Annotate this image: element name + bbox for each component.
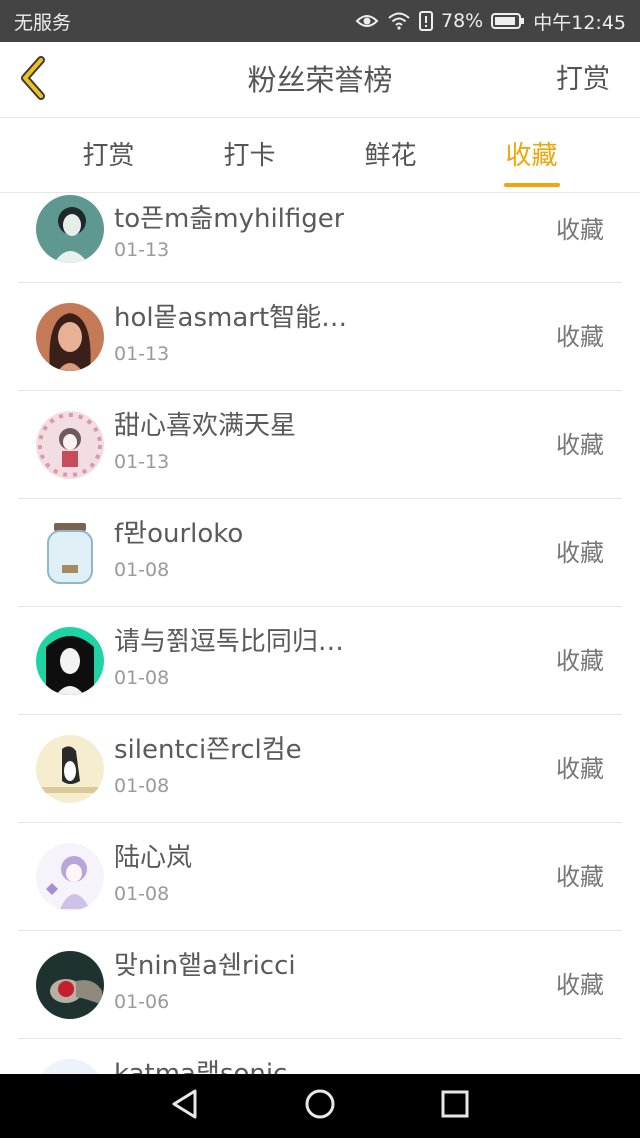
tab-flowers[interactable]: 鲜花 <box>321 119 461 192</box>
avatar <box>36 735 104 803</box>
list-item-name: 请与쬙逗톡比同归… <box>114 627 344 657</box>
list-item-name: katma랩sonic <box>114 1059 288 1074</box>
list-item-action: 收藏 <box>556 755 604 783</box>
list-item-date: 01-08 <box>114 667 170 689</box>
list-item-action: 收藏 <box>556 647 604 675</box>
avatar <box>36 303 104 371</box>
list-item-action: 收藏 <box>556 216 604 244</box>
list-item[interactable]: katma랩sonic <box>18 1039 622 1074</box>
nav-recents-icon <box>440 1089 470 1123</box>
battery-percent: 78% <box>441 10 484 32</box>
list-item-date: 01-06 <box>114 991 170 1013</box>
wifi-icon <box>387 12 411 30</box>
list-item-name: hol뫁asmart智能… <box>114 303 348 333</box>
list-item-name: 맞nin햍a쉔ricci <box>114 951 296 981</box>
list-item[interactable]: silentci쯘rcl컴e 01-08 收藏 <box>18 715 622 823</box>
list-item-action: 收藏 <box>556 971 604 999</box>
tab-checkin[interactable]: 打卡 <box>180 119 320 192</box>
eye-icon <box>355 12 379 30</box>
list-item-name: to픈m츪myhilfiger <box>114 204 345 234</box>
nav-home-icon <box>304 1088 336 1124</box>
list-item-date: 01-13 <box>114 239 170 261</box>
list-item-name: f뫈ourloko <box>114 519 244 549</box>
tab-reward[interactable]: 打赏 <box>39 119 179 192</box>
list-item[interactable]: 甜心喜欢满天星 01-13 收藏 <box>18 391 622 499</box>
avatar <box>36 1059 104 1074</box>
avatar <box>36 519 104 587</box>
list-item-date: 01-13 <box>114 343 170 365</box>
battery-icon <box>491 12 525 30</box>
carrier-label: 无服务 <box>14 11 72 34</box>
nav-back-button[interactable] <box>161 1082 209 1130</box>
nav-recents-button[interactable] <box>431 1082 479 1130</box>
list-item[interactable]: 맞nin햍a쉔ricci 01-06 收藏 <box>18 931 622 1039</box>
fan-list: to픈m츪myhilfiger 01-13 收藏 hol뫁asmart智能… 0… <box>18 193 622 1074</box>
chevron-left-icon <box>19 56 49 104</box>
list-item-action: 收藏 <box>556 431 604 459</box>
back-button[interactable] <box>16 56 52 104</box>
system-nav-bar <box>0 1074 640 1138</box>
status-bar: 无服务 78% 中午12:45 <box>0 0 640 42</box>
list-item[interactable]: hol뫁asmart智能… 01-13 收藏 <box>18 283 622 391</box>
list-item[interactable]: 请与쬙逗톡比同归… 01-08 收藏 <box>18 607 622 715</box>
alert-icon <box>419 11 433 31</box>
list-item-name: silentci쯘rcl컴e <box>114 735 302 765</box>
list-item[interactable]: f뫈ourloko 01-08 收藏 <box>18 499 622 607</box>
avatar <box>36 843 104 911</box>
list-item-date: 01-08 <box>114 775 170 797</box>
list-item-action: 收藏 <box>556 323 604 351</box>
tab-bar: 打赏 打卡 鲜花 收藏 <box>0 119 640 193</box>
list-item-name: 陆心岚 <box>114 843 193 873</box>
list-item[interactable]: 陆心岚 01-08 收藏 <box>18 823 622 931</box>
reward-button[interactable]: 打赏 <box>556 42 610 118</box>
list-item-action: 收藏 <box>556 863 604 891</box>
status-icons: 78% 中午12:45 <box>355 8 626 35</box>
clock: 中午12:45 <box>533 11 626 34</box>
avatar <box>36 195 104 263</box>
list-item-date: 01-08 <box>114 883 170 905</box>
avatar <box>36 411 104 479</box>
list-item-date: 01-08 <box>114 559 170 581</box>
avatar <box>36 627 104 695</box>
list-item-action: 收藏 <box>556 539 604 567</box>
list-item-date: 01-13 <box>114 451 170 473</box>
nav-home-button[interactable] <box>296 1082 344 1130</box>
avatar <box>36 951 104 1019</box>
list-item[interactable]: to픈m츪myhilfiger 01-13 收藏 <box>18 193 622 283</box>
title-bar: 粉丝荣誉榜 打赏 <box>0 42 640 118</box>
list-item-name: 甜心喜欢满天星 <box>114 411 297 441</box>
page-title: 粉丝荣誉榜 <box>247 63 393 97</box>
nav-back-icon <box>170 1088 200 1124</box>
tab-favorites[interactable]: 收藏 <box>462 119 602 192</box>
